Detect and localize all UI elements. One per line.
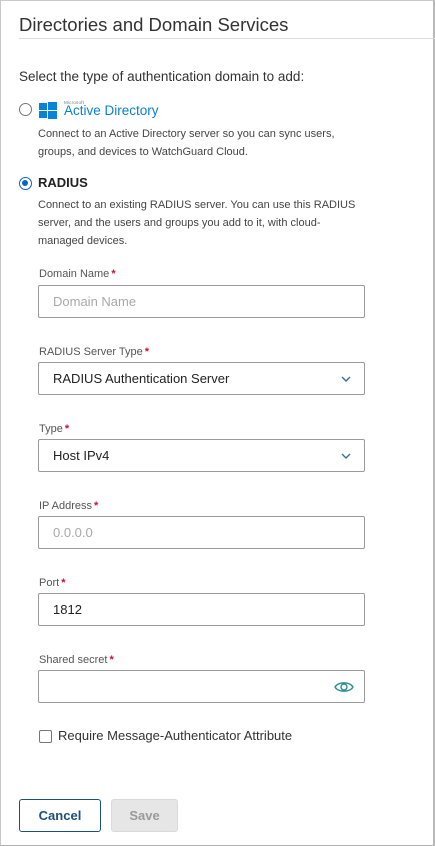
port-label: Port * (39, 577, 66, 589)
radius-label[interactable]: RADIUS (38, 175, 88, 190)
type-label: Type * (39, 423, 70, 435)
save-button[interactable]: Save (111, 799, 178, 832)
message-authenticator-label[interactable]: Require Message-Authenticator Attribute (58, 728, 292, 743)
cancel-button[interactable]: Cancel (19, 799, 101, 832)
radius-server-type-select[interactable]: RADIUS Authentication Server (38, 362, 365, 395)
active-directory-logo[interactable]: Microsoft Active Directory (39, 100, 169, 120)
radius-description: Connect to an existing RADIUS server. Yo… (38, 199, 356, 247)
windows-logo-icon (39, 102, 57, 119)
domain-type-prompt: Select the type of authentication domain… (19, 69, 305, 84)
radius-radio[interactable] (19, 177, 32, 190)
active-directory-description: Connect to an Active Directory server so… (38, 128, 335, 158)
chevron-down-icon (341, 376, 351, 382)
active-directory-label: Active Directory (64, 103, 159, 118)
shared-secret-label: Shared secret * (39, 654, 114, 666)
domain-name-input[interactable]: Domain Name (38, 285, 365, 318)
eye-icon[interactable] (334, 679, 354, 695)
radius-server-type-label: RADIUS Server Type * (39, 346, 150, 358)
active-directory-radio[interactable] (19, 103, 32, 116)
type-select[interactable]: Host IPv4 (38, 439, 365, 472)
shared-secret-input[interactable] (38, 670, 365, 703)
message-authenticator-checkbox[interactable] (39, 730, 52, 743)
chevron-down-icon (341, 453, 351, 459)
ip-address-label: IP Address * (39, 500, 99, 512)
title-divider (19, 38, 435, 39)
domain-name-label: Domain Name * (39, 268, 116, 280)
port-input[interactable]: 1812 (38, 593, 365, 626)
ip-address-input[interactable]: 0.0.0.0 (38, 516, 365, 549)
page-title: Directories and Domain Services (19, 14, 289, 35)
